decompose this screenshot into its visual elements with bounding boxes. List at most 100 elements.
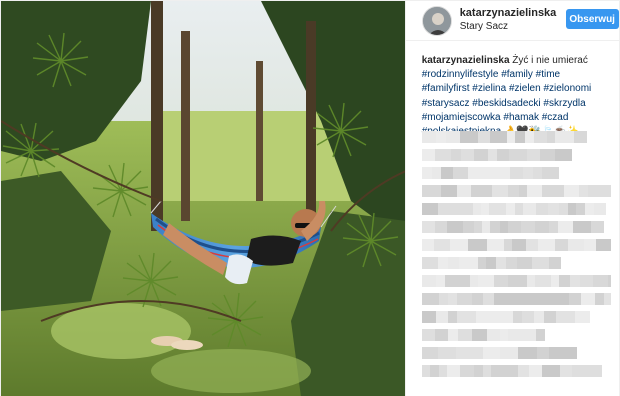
post-photo[interactable] (1, 1, 405, 396)
pixelated-block (535, 203, 548, 215)
pixelated-block (491, 167, 510, 179)
pixelated-block (440, 167, 453, 179)
pixelated-block (557, 221, 573, 233)
pixelated-block (522, 203, 536, 215)
pixelated-block (489, 221, 500, 233)
hashtag-link[interactable]: #beskidsadecki (472, 98, 540, 109)
pixelated-block (578, 185, 588, 197)
pixelated-block (584, 365, 602, 377)
pixelated-block (477, 275, 494, 287)
pixelated-block (447, 311, 457, 323)
pixelated-block (421, 347, 438, 359)
pixelated-block (579, 275, 593, 287)
pixelated-block (435, 311, 448, 323)
pixelated-block (554, 239, 568, 251)
pixelated-block (514, 203, 523, 215)
pixelated-block (421, 203, 438, 215)
pixelated-block (603, 293, 611, 305)
hashtag-link[interactable]: #zielina (472, 83, 506, 94)
hashtag-link[interactable]: #familyfirst (422, 83, 470, 94)
caption-username-link[interactable]: katarzynazielinska (422, 55, 510, 66)
pixelated-block (486, 329, 500, 341)
pixelated-block (516, 275, 527, 287)
pixelated-block (459, 365, 474, 377)
hashtag-link[interactable]: #czad (542, 112, 569, 123)
pixelated-block (444, 275, 456, 287)
pixelated-block (456, 185, 471, 197)
username-link[interactable]: katarzynazielinska (460, 7, 557, 20)
pixelated-block (487, 149, 497, 161)
pixelated-block (467, 239, 487, 251)
pixelated-block (574, 311, 590, 323)
pixelated-block (567, 347, 577, 359)
pixelated-block (421, 185, 441, 197)
pixelated-block (559, 365, 572, 377)
pixelated-block (421, 167, 432, 179)
pixelated-block (508, 149, 517, 161)
pixelated-block (584, 203, 594, 215)
pixelated-block (482, 293, 494, 305)
pixelated-block (433, 239, 450, 251)
pixelated-block (555, 311, 575, 323)
pixelated-block (457, 329, 472, 341)
hashtag-link[interactable]: #zielonomi (543, 83, 591, 94)
pixelated-block (575, 203, 585, 215)
hashtag-link[interactable]: #time (536, 69, 560, 80)
pixelated-block (493, 275, 508, 287)
avatar[interactable] (421, 6, 452, 36)
pixelated-block (505, 257, 517, 269)
pixelated-block (516, 149, 527, 161)
pixelated-block (550, 185, 564, 197)
pixelated-block (481, 185, 492, 197)
hashtag-link[interactable]: #family (501, 69, 533, 80)
pixelated-block (528, 347, 537, 359)
pixelated-block (499, 329, 508, 341)
pixelated-block (516, 257, 532, 269)
pixelated-block (446, 221, 463, 233)
pixelated-block (508, 365, 518, 377)
pixelated-block (471, 293, 483, 305)
user-meta: katarzynazielinska Stary Sacz (460, 7, 557, 34)
pixelated-block (507, 221, 521, 233)
hashtag-link[interactable]: #rodzinnylifestyle (422, 69, 499, 80)
hashtag-link[interactable]: #hamak (503, 112, 539, 123)
pixelated-block (456, 293, 472, 305)
instagram-post: katarzynazielinska Stary Sacz Obserwuj k… (0, 0, 620, 396)
pixelated-block (512, 293, 530, 305)
pixelated-block (505, 203, 515, 215)
pixelated-block (572, 221, 591, 233)
pixelated-block (421, 257, 438, 269)
pixelated-block (568, 293, 581, 305)
pixelated-block (554, 149, 572, 161)
pixelated-block (437, 347, 456, 359)
pixelated-block (490, 365, 500, 377)
pixelated-block (517, 365, 529, 377)
pixelated-block (434, 329, 448, 341)
pixelated-block (517, 347, 529, 359)
hashtag-link[interactable]: #zielen (509, 83, 541, 94)
pixelated-block (526, 275, 535, 287)
pixelated-block (511, 239, 526, 251)
pixelated-block (518, 185, 527, 197)
pixelated-block (473, 149, 488, 161)
pixelated-block (534, 275, 551, 287)
location-link[interactable]: Stary Sacz (460, 20, 557, 34)
pixelated-block (539, 149, 555, 161)
hashtag-link[interactable]: #starysacz (422, 98, 470, 109)
pixelated-block (495, 257, 506, 269)
follow-button[interactable]: Obserwuj (565, 9, 619, 29)
pixelated-block (445, 131, 460, 143)
pixelated-block (477, 131, 490, 143)
pixelated-block (446, 365, 460, 377)
hashtag-link[interactable]: #skrzydla (543, 98, 585, 109)
pixelated-block (421, 293, 439, 305)
pixelated-block (447, 329, 458, 341)
pixelated-block (525, 239, 538, 251)
pixelated-block (580, 293, 595, 305)
pixelated-block (452, 167, 468, 179)
pixelated-block (482, 365, 491, 377)
pixelated-block (434, 149, 451, 161)
hashtag-link[interactable]: #mojamiejscowka (422, 112, 501, 123)
pixelated-block (480, 203, 489, 215)
pixelated-block (549, 293, 569, 305)
